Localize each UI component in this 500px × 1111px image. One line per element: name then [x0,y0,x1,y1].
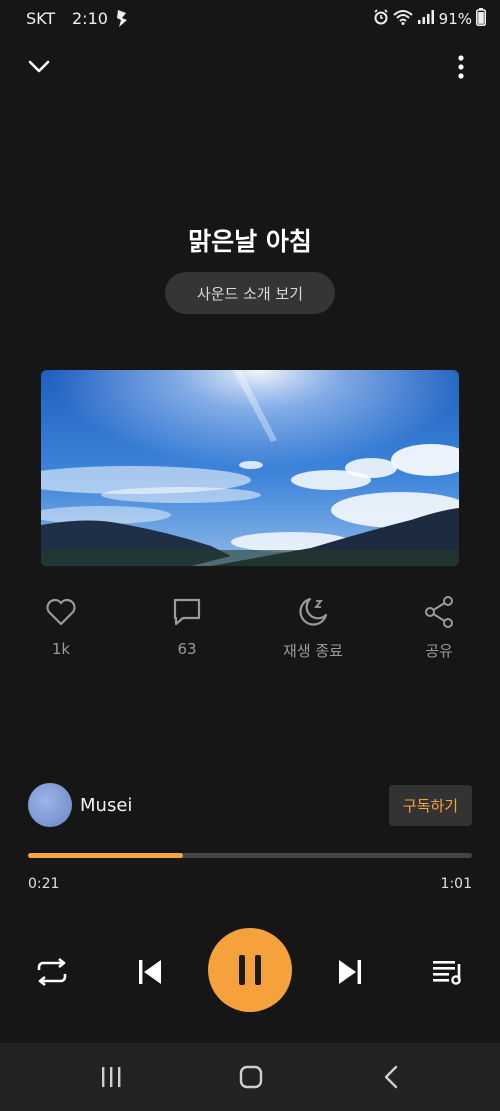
subscribe-button[interactable]: 구독하기 [389,785,472,826]
progress-bar[interactable] [28,853,472,858]
pause-button[interactable] [208,928,292,1012]
collapse-button[interactable] [24,52,54,82]
recent-apps-icon [102,1067,121,1087]
previous-button[interactable] [130,952,170,992]
share-icon [394,594,484,630]
more-options-button[interactable] [446,52,476,82]
more-vert-icon [458,55,464,79]
skip-next-icon [339,960,361,984]
chevron-down-icon [28,60,50,73]
repeat-icon [37,957,67,987]
like-button[interactable]: 1k [16,594,106,658]
home-icon [239,1065,263,1089]
share-button[interactable]: 공유 [394,594,484,661]
heart-icon [16,594,106,630]
status-time: 2:10 [72,9,108,28]
comment-button[interactable]: 63 [142,594,232,658]
action-row: 1k 63 재생 종료 공유 [0,594,500,664]
comment-icon [142,594,232,630]
back-icon [384,1065,398,1089]
track-title: 맑은날 아침 [188,227,312,256]
total-time: 1:01 [440,876,472,892]
back-button[interactable] [376,1063,406,1091]
creator-name[interactable]: Musei [80,795,132,816]
creator-info[interactable]: Musei [28,783,132,827]
playlist-button[interactable] [428,952,468,992]
sleep-timer-button[interactable]: 재생 종료 [268,594,358,661]
battery-label: 91% [438,10,472,28]
repeat-button[interactable] [32,952,72,992]
alarm-icon [373,9,389,29]
home-button[interactable] [236,1063,266,1091]
next-button[interactable] [330,952,370,992]
status-bar: SKT 2:10 91% [0,0,500,40]
comment-count: 63 [177,640,197,658]
pause-icon [239,955,261,985]
playback-controls [0,926,500,1016]
like-count: 1k [51,640,71,658]
sleep-timer-label: 재생 종료 [283,642,343,660]
skip-previous-icon [139,960,161,984]
sound-intro-button[interactable]: 사운드 소개 보기 [165,272,335,314]
playlist-icon [433,961,461,985]
wifi-icon [392,9,413,29]
carrier-label: SKT [26,9,56,28]
signal-icon [417,9,435,29]
recent-apps-button[interactable] [96,1063,126,1091]
system-navigation-bar [0,1043,500,1111]
avatar[interactable] [28,783,72,827]
battery-icon [476,8,486,30]
share-label: 공유 [425,642,453,660]
status-right: 91% [373,8,486,30]
notification-icon [114,8,130,32]
album-artwork [41,370,459,566]
progress-fill [28,853,184,858]
moon-icon [268,594,358,630]
elapsed-time: 0:21 [28,876,60,892]
